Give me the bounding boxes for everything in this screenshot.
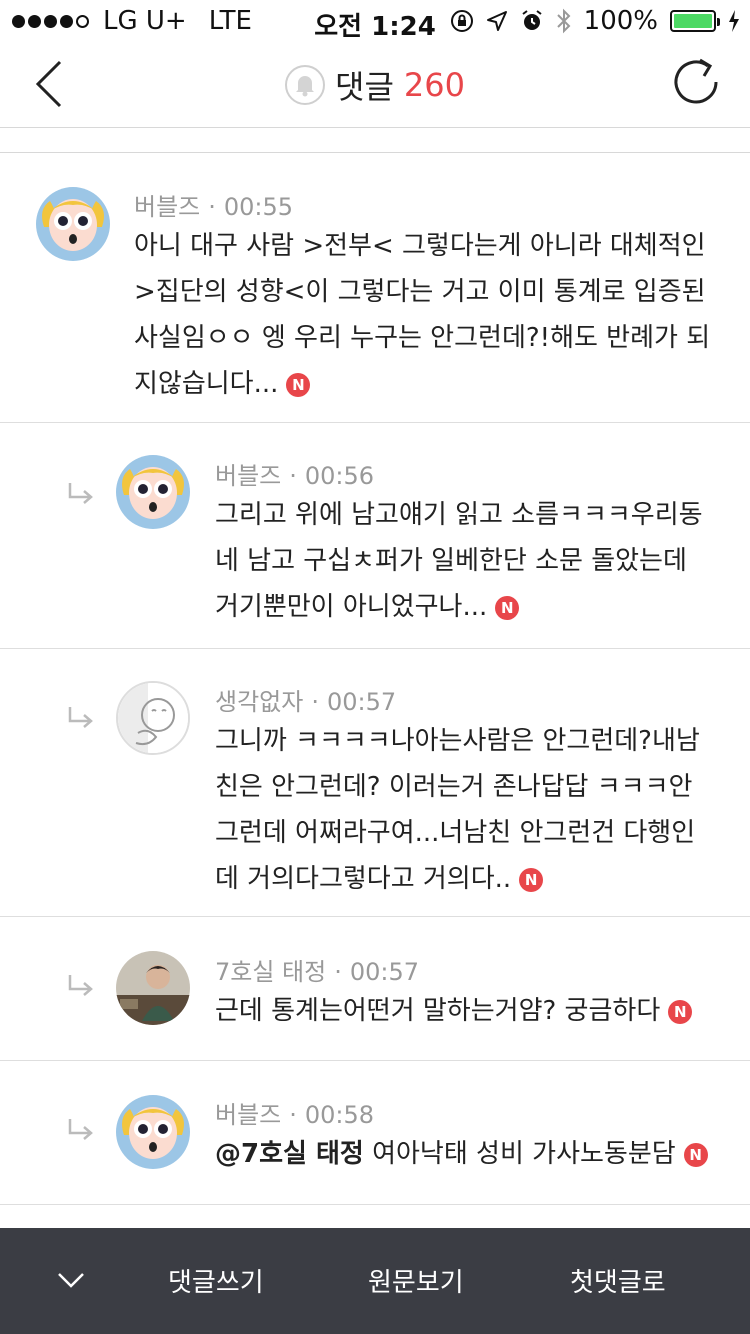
comment-author[interactable]: 버블즈 — [215, 462, 281, 490]
comment-meta: 버블즈 · 00:58 — [215, 1101, 375, 1129]
reply-arrow-icon — [68, 1119, 93, 1140]
reply-arrow-icon — [68, 975, 93, 996]
reply-item[interactable]: 버블즈 · 00:56 그리고 위에 남고얘기 읽고 소름ㅋㅋㅋ우리동네 남고 구십… — [0, 423, 750, 649]
comment-body: @7호실 태정 여아낙태 성비 가사노동분담 N — [215, 1131, 725, 1177]
chevron-down-icon[interactable] — [56, 1266, 86, 1296]
header: 댓글 260 — [0, 40, 750, 128]
title-label: 댓글 — [335, 68, 394, 106]
battery-percent: 100% — [583, 6, 658, 36]
comment-author[interactable]: 버블즈 — [134, 193, 200, 221]
new-badge: N — [495, 595, 520, 620]
location-icon — [486, 11, 507, 31]
new-badge: N — [286, 372, 311, 397]
reply-arrow-icon — [68, 483, 93, 504]
alarm-icon — [522, 10, 542, 30]
comment-time: 00:58 — [304, 1101, 375, 1129]
comment-text: 그리고 위에 남고얘기 읽고 소름ㅋㅋㅋ우리동네 남고 구십ㅊ퍼가 일베한단 소… — [215, 500, 703, 622]
comment-body: 아니 대구 사람 >전부< 그렇다는게 아니라 대체적인 >집단의 성향<이 그… — [134, 223, 718, 407]
comment-meta: 버블즈 · 00:55 — [134, 193, 294, 221]
comment-author[interactable]: 생각없자 — [215, 688, 303, 716]
comment-meta: 버블즈 · 00:56 — [215, 462, 375, 490]
new-badge: N — [683, 1142, 708, 1167]
write-comment-button[interactable]: 댓글쓰기 — [168, 1262, 264, 1299]
reply-item[interactable]: 7호실 태정 · 00:57 근데 통계는어떤거 말하는거얌? 궁금하다 N — [0, 917, 750, 1061]
comment-body: 그니까 ㅋㅋㅋㅋ나아는사람은 안그런데?내남친은 안그런데? 이러는거 존나답답… — [215, 718, 715, 902]
reply-item[interactable]: 버블즈 · 00:58 @7호실 태정 여아낙태 성비 가사노동분담 N — [0, 1061, 750, 1205]
comment-body: 근데 통계는어떤거 말하는거얌? 궁금하다 N — [215, 988, 715, 1034]
mention-link[interactable]: @7호실 태정 — [215, 1139, 364, 1169]
view-original-button[interactable]: 원문보기 — [368, 1262, 464, 1299]
bell-icon[interactable] — [285, 65, 326, 105]
comment-time: 00:57 — [326, 688, 397, 716]
bluetooth-icon — [556, 8, 571, 34]
status-bar: LG U+ LTE 오전 1:24 100% — [0, 0, 750, 42]
reply-item[interactable]: 생각없자 · 00:57 그니까 ㅋㅋㅋㅋ나아는사람은 안그런데?내남친은 안그런데… — [0, 649, 750, 917]
bottom-toolbar: 댓글쓰기 원문보기 첫댓글로 — [0, 1228, 750, 1334]
comment-text: 아니 대구 사람 >전부< 그렇다는게 아니라 대체적인 >집단의 성향<이 그… — [134, 231, 711, 399]
battery-icon — [670, 10, 720, 32]
comment-meta: 7호실 태정 · 00:57 — [215, 958, 420, 986]
avatar[interactable] — [116, 1095, 190, 1169]
comment-time: 00:56 — [304, 462, 375, 490]
new-badge: N — [668, 999, 693, 1024]
avatar[interactable] — [36, 187, 110, 261]
comment-meta: 생각없자 · 00:57 — [215, 688, 397, 716]
avatar[interactable] — [116, 951, 190, 1025]
new-badge: N — [519, 867, 544, 892]
orientation-lock-icon — [450, 10, 473, 32]
page-title: 댓글 260 — [0, 62, 750, 108]
comment-text: 그니까 ㅋㅋㅋㅋ나아는사람은 안그런데?내남친은 안그런데? 이러는거 존나답답… — [215, 726, 700, 894]
comment-text: 여아낙태 성비 가사노동분담 — [372, 1139, 676, 1169]
comment-item[interactable]: 버블즈 · 00:55 아니 대구 사람 >전부< 그렇다는게 아니라 대체적인 >… — [0, 153, 750, 423]
avatar[interactable] — [116, 681, 190, 755]
comment-body: 그리고 위에 남고얘기 읽고 소름ㅋㅋㅋ우리동네 남고 구십ㅊ퍼가 일베한단 소… — [215, 492, 715, 630]
comment-count: 260 — [403, 66, 465, 104]
refresh-icon[interactable] — [672, 56, 720, 108]
comment-text: 근데 통계는어떤거 말하는거얌? 궁금하다 — [215, 996, 661, 1026]
comment-time: 00:55 — [223, 193, 294, 221]
comment-author[interactable]: 버블즈 — [215, 1101, 281, 1129]
charging-icon — [729, 10, 739, 32]
avatar[interactable] — [116, 455, 190, 529]
comment-author[interactable]: 7호실 태정 — [215, 958, 326, 986]
first-comment-button[interactable]: 첫댓글로 — [570, 1262, 666, 1299]
comment-time: 00:57 — [349, 958, 420, 986]
reply-arrow-icon — [68, 707, 93, 728]
